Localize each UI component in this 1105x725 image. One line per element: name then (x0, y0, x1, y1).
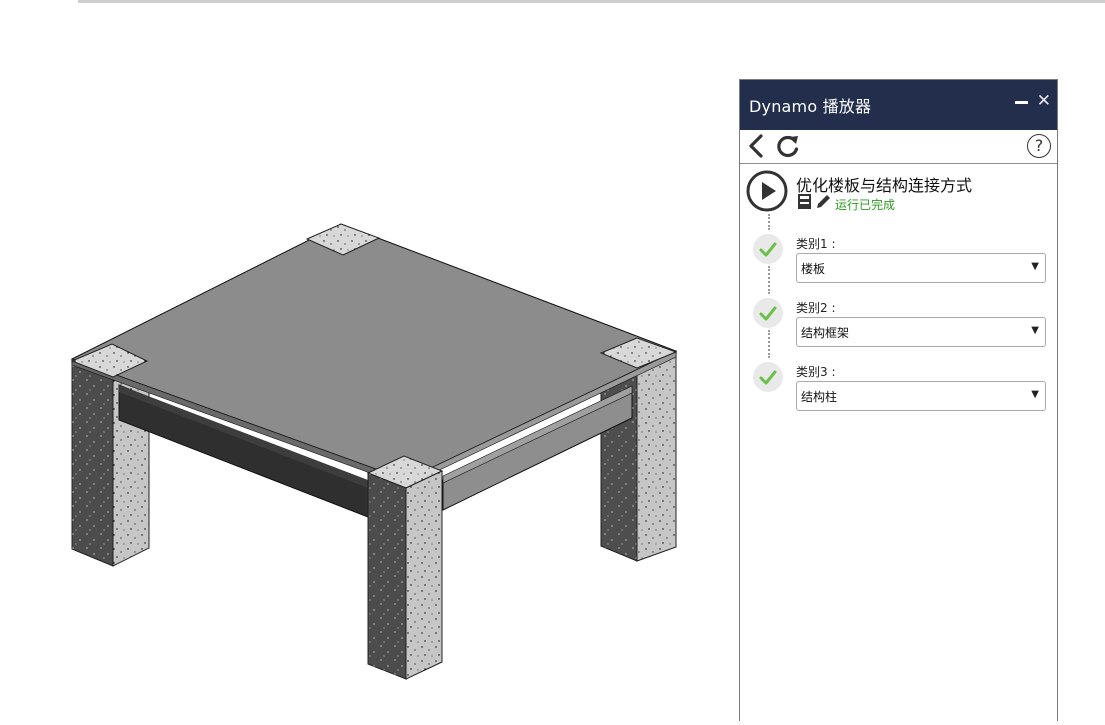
dynamo-player-panel: Dynamo 播放器 ✕ ? 优化楼板与结构连接方式 运行已完成 类别1: 楼… (739, 79, 1058, 721)
minimize-button[interactable] (1015, 101, 1028, 104)
check-icon (753, 234, 783, 264)
save-icon[interactable] (797, 193, 813, 215)
column-front-corner (367, 470, 443, 680)
input-row-category-1: 类别1 : 楼板 ▼ (740, 230, 1057, 294)
chevron-left-icon[interactable] (746, 133, 766, 163)
connector-line (768, 330, 770, 358)
check-icon (753, 298, 783, 328)
dropdown-arrow-icon: ▼ (1031, 389, 1039, 400)
input-label: 类别3 : (796, 365, 836, 379)
close-button[interactable]: ✕ (1037, 92, 1051, 110)
run-status: 运行已完成 (835, 198, 896, 212)
category-3-dropdown[interactable]: 结构柱 ▼ (796, 381, 1046, 411)
panel-toolbar: ? (740, 130, 1057, 164)
dropdown-value: 结构框架 (801, 326, 850, 340)
connector-line (768, 266, 770, 294)
dropdown-arrow-icon: ▼ (1031, 325, 1039, 336)
panel-titlebar: Dynamo 播放器 ✕ (740, 80, 1057, 130)
script-header: 优化楼板与结构连接方式 运行已完成 (740, 164, 1057, 222)
dropdown-arrow-icon: ▼ (1031, 261, 1039, 272)
dropdown-value: 结构柱 (801, 390, 838, 404)
check-icon (753, 362, 783, 392)
refresh-icon[interactable] (774, 133, 802, 165)
structure-model-drawing (70, 223, 678, 680)
panel-title: Dynamo 播放器 (749, 97, 872, 116)
pencil-icon[interactable] (815, 193, 831, 215)
category-1-dropdown[interactable]: 楼板 ▼ (796, 253, 1046, 283)
dropdown-value: 楼板 (801, 262, 826, 276)
column-front-left (71, 360, 150, 567)
category-2-dropdown[interactable]: 结构框架 ▼ (796, 317, 1046, 347)
input-row-category-2: 类别2 : 结构框架 ▼ (740, 294, 1057, 358)
connector-line (768, 214, 770, 230)
floor-slab (70, 223, 678, 487)
input-row-category-3: 类别3 : 结构柱 ▼ (740, 358, 1057, 422)
help-icon[interactable]: ? (1027, 134, 1051, 158)
input-label: 类别2 : (796, 301, 836, 315)
model-viewport[interactable] (0, 0, 735, 721)
input-label: 类别1 : (796, 237, 836, 251)
play-icon[interactable] (746, 170, 788, 212)
